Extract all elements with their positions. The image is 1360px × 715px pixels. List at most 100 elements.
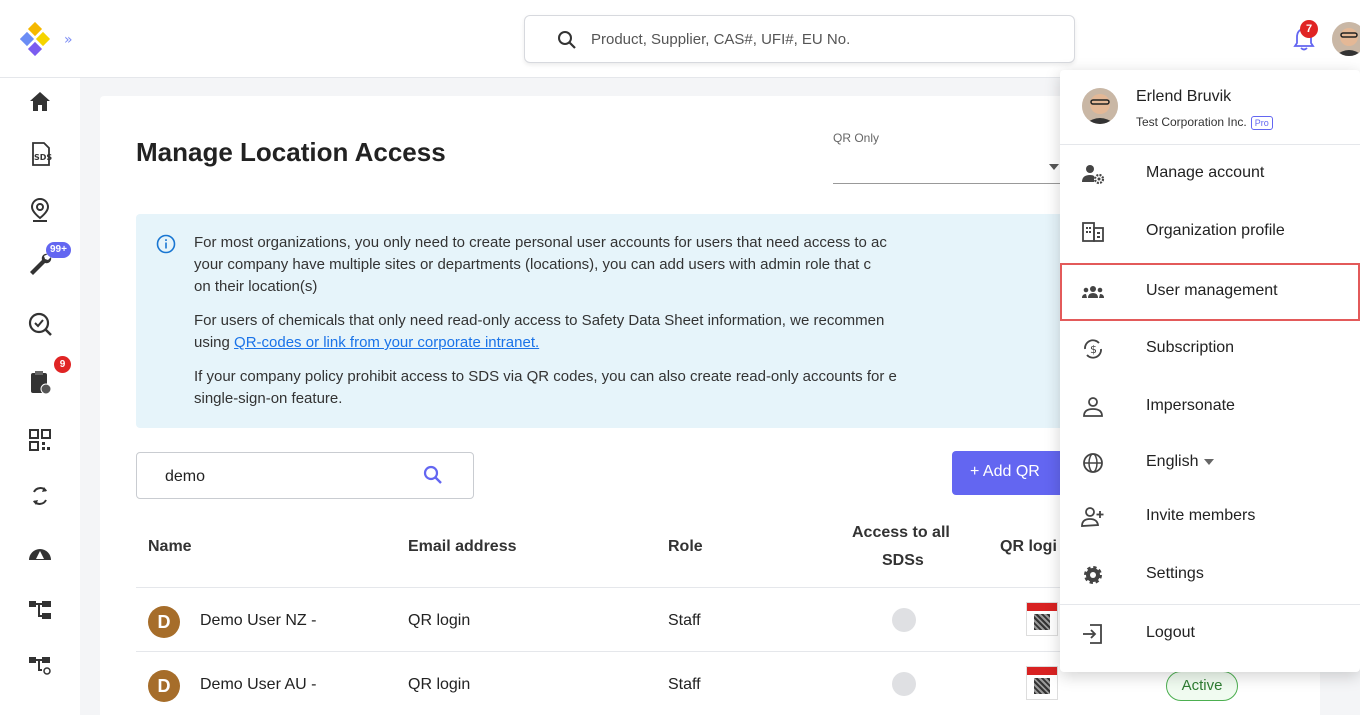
info-line: If your company policy prohibit access t…: [194, 368, 897, 385]
globe-icon: [1083, 453, 1103, 473]
menu-item-subscription[interactable]: $ Subscription: [1060, 320, 1360, 378]
qr-code-icon[interactable]: [26, 426, 54, 454]
app-logo-icon[interactable]: »: [19, 21, 80, 57]
status-badge: Active: [1166, 671, 1238, 701]
user-name: Demo User NZ -: [200, 612, 317, 629]
info-line: For users of chemicals that only need re…: [194, 312, 885, 329]
access-toggle[interactable]: [892, 608, 916, 632]
search-icon: [558, 31, 576, 49]
menu-item-impersonate[interactable]: Impersonate: [1060, 378, 1360, 436]
menu-user-name: Erlend Bruvik: [1136, 88, 1232, 105]
person-icon: [1083, 397, 1103, 417]
sidebar: SDS 99+ 9: [0, 78, 80, 715]
table-row[interactable]: D Demo User AU - QR login Staff: [136, 652, 1136, 715]
table-row[interactable]: D Demo User NZ - QR login Staff: [136, 588, 1136, 652]
page-title: Manage Location Access: [136, 137, 446, 167]
qr-thumbnail[interactable]: [1026, 666, 1058, 700]
account-menu: Erlend Bruvik Test Corporation Inc. Pro M…: [1060, 70, 1360, 672]
location-icon[interactable]: [26, 196, 54, 224]
info-line: single-sign-on feature.: [194, 390, 343, 407]
info-text: using: [194, 334, 230, 351]
hierarchy-user-icon[interactable]: [26, 652, 54, 680]
user-avatar: D: [148, 606, 180, 638]
col-access[interactable]: Access to all: [852, 524, 950, 542]
users-icon: [1082, 286, 1104, 298]
col-email[interactable]: Email address: [408, 538, 517, 556]
menu-item-organization-profile[interactable]: Organization profile: [1060, 203, 1360, 261]
qr-only-select[interactable]: [833, 148, 1063, 184]
user-role: Staff: [668, 612, 701, 629]
user-email: QR login: [408, 612, 471, 629]
plan-badge: Pro: [1250, 116, 1273, 130]
qr-only-label: QR Only: [833, 131, 880, 145]
qr-thumbnail[interactable]: [1026, 602, 1058, 636]
hazard-gauge-icon[interactable]: [26, 540, 54, 568]
menu-item-language[interactable]: English: [1060, 434, 1360, 492]
svg-text:$: $: [1090, 343, 1097, 356]
svg-text:»: »: [64, 32, 73, 48]
menu-label: English: [1146, 453, 1215, 471]
table-header: Name Email address Role Access to all SD…: [136, 506, 1136, 588]
user-role: Staff: [668, 676, 701, 693]
menu-label: Organization profile: [1146, 222, 1285, 239]
col-access-2: SDSs: [882, 552, 924, 569]
global-search[interactable]: Product, Supplier, CAS#, UFI#, EU No.: [524, 15, 1075, 63]
col-qr[interactable]: QR logi: [1000, 538, 1057, 556]
info-line: your company have multiple sites or depa…: [194, 256, 871, 273]
tools-badge: 99+: [46, 242, 71, 258]
menu-item-user-management[interactable]: User management: [1060, 263, 1360, 321]
col-name[interactable]: Name: [148, 538, 192, 556]
search-input[interactable]: Product, Supplier, CAS#, UFI#, EU No.: [591, 31, 850, 48]
top-bar: » Product, Supplier, CAS#, UFI#, EU No. …: [0, 0, 1360, 78]
caret-down-icon: [1204, 458, 1215, 465]
menu-label: Impersonate: [1146, 397, 1235, 414]
user-name: Demo User AU -: [200, 676, 317, 693]
user-avatar: D: [148, 670, 180, 702]
menu-item-invite-members[interactable]: Invite members: [1060, 488, 1360, 546]
col-role[interactable]: Role: [668, 538, 703, 556]
info-banner: For most organizations, you only need to…: [136, 214, 1136, 428]
filter-value: demo: [165, 468, 206, 485]
menu-label: Logout: [1146, 624, 1195, 641]
search-check-icon[interactable]: [26, 310, 54, 338]
menu-org: Test Corporation Inc. Pro: [1136, 115, 1273, 130]
menu-org-name: Test Corporation Inc.: [1136, 115, 1247, 129]
gear-icon: [1084, 566, 1102, 584]
info-line: For most organizations, you only need to…: [194, 234, 887, 251]
caret-down-icon: [1049, 164, 1059, 170]
person-add-icon: [1081, 507, 1104, 527]
notification-badge: 7: [1300, 20, 1318, 38]
clipboard-badge: 9: [54, 356, 71, 373]
menu-item-settings[interactable]: Settings: [1060, 546, 1360, 604]
info-line: using QR-codes or link from your corpora…: [194, 332, 1074, 354]
access-toggle[interactable]: [892, 672, 916, 696]
add-qr-label: + Add QR: [970, 463, 1040, 480]
menu-label: Manage account: [1146, 164, 1265, 181]
menu-item-manage-account[interactable]: Manage account: [1060, 145, 1360, 203]
user-email: QR login: [408, 676, 471, 693]
sds-icon[interactable]: SDS: [26, 140, 54, 168]
search-icon[interactable]: [423, 465, 443, 485]
user-filter-input[interactable]: demo: [136, 452, 474, 499]
menu-label: User management: [1146, 282, 1278, 299]
svg-text:SDS: SDS: [34, 153, 52, 162]
building-icon: [1082, 222, 1104, 242]
hierarchy-icon[interactable]: [26, 596, 54, 624]
info-line: on their location(s): [194, 278, 318, 295]
info-icon: [156, 234, 176, 254]
clipboard-icon[interactable]: [26, 368, 54, 396]
menu-item-logout[interactable]: Logout: [1060, 605, 1360, 663]
menu-user-header: Erlend Bruvik Test Corporation Inc. Pro: [1060, 70, 1360, 145]
user-gear-icon: [1082, 165, 1105, 185]
menu-label: Settings: [1146, 565, 1204, 582]
home-icon[interactable]: [26, 88, 54, 116]
qr-codes-link[interactable]: QR-codes or link from your corporate int…: [234, 334, 539, 351]
logout-icon: [1083, 624, 1102, 644]
sync-icon[interactable]: [26, 482, 54, 510]
avatar: [1082, 88, 1118, 124]
dollar-cycle-icon: $: [1084, 339, 1102, 359]
menu-label: Subscription: [1146, 339, 1235, 356]
menu-label: Invite members: [1146, 507, 1256, 524]
avatar[interactable]: [1332, 22, 1360, 56]
language-value: English: [1146, 453, 1199, 470]
